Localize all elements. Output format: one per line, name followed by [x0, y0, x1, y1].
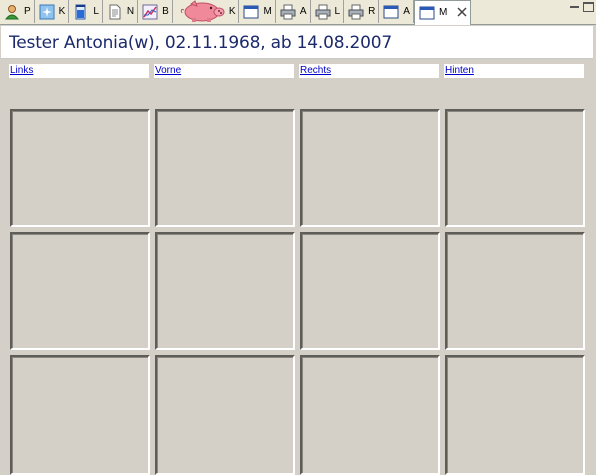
image-slot-rechts-1[interactable]	[300, 109, 440, 227]
close-icon[interactable]	[457, 6, 467, 20]
tab-m-window[interactable]: M	[239, 0, 276, 23]
column-header-links[interactable]: Links	[9, 64, 149, 78]
image-slot-links-3[interactable]	[10, 355, 150, 475]
minimize-icon[interactable]	[569, 2, 580, 12]
image-slot-rechts-2[interactable]	[300, 232, 440, 350]
tab-label: L	[93, 5, 99, 17]
tab-k-account[interactable]: K	[172, 0, 240, 23]
tab-p[interactable]: P	[0, 0, 35, 23]
chart-image-icon	[142, 4, 158, 20]
note-document-icon	[107, 4, 123, 20]
piggy-bank-icon	[175, 0, 225, 22]
tab-label: A	[403, 5, 410, 17]
patient-title: Tester Antonia(w), 02.11.1968, ab 14.08.…	[9, 33, 392, 53]
tab-a-window[interactable]: A	[379, 0, 414, 23]
sparkle-image-icon	[39, 4, 55, 20]
tab-label: M	[263, 5, 272, 17]
tab-label: L	[334, 5, 341, 17]
patient-header: Tester Antonia(w), 02.11.1968, ab 14.08.…	[1, 26, 593, 59]
tab-r-print[interactable]: R	[344, 0, 380, 23]
image-slot-hinten-2[interactable]	[445, 232, 585, 350]
tab-a-print[interactable]: A	[275, 0, 311, 23]
tab-n-notes[interactable]: N	[102, 0, 139, 23]
image-grid: Links Vorne Rechts Hinten	[9, 64, 586, 475]
image-slot-vorne-3[interactable]	[155, 355, 295, 475]
column-header-rechts[interactable]: Rechts	[299, 64, 439, 78]
tab-label: B	[162, 5, 169, 17]
column-link[interactable]: Rechts	[300, 65, 331, 76]
image-slot-links-1[interactable]	[10, 109, 150, 227]
column-header-vorne[interactable]: Vorne	[154, 64, 294, 78]
person-icon	[4, 4, 20, 20]
tab-label: M	[438, 7, 448, 18]
tab-l-print[interactable]: L	[310, 0, 345, 23]
tab-label: N	[126, 5, 135, 17]
image-slot-hinten-3[interactable]	[445, 355, 585, 475]
tab-l-lab[interactable]: L	[69, 0, 103, 23]
printer-icon	[348, 4, 364, 20]
tab-list: P K L N B K M A L R A M	[0, 0, 472, 25]
tab-m-active[interactable]: M	[413, 0, 472, 25]
column-link[interactable]: Vorne	[155, 65, 181, 76]
maximize-icon[interactable]	[583, 2, 594, 12]
image-slot-links-2[interactable]	[10, 232, 150, 350]
tab-label: K	[228, 5, 236, 17]
image-slot-rechts-3[interactable]	[300, 355, 440, 475]
tab-label: R	[368, 5, 376, 17]
app-window: P K L N B K M A L R A M Tester Antonia(w…	[0, 0, 596, 475]
tab-k-images[interactable]: K	[34, 0, 70, 23]
window-icon	[383, 4, 399, 20]
printer-icon	[280, 4, 296, 20]
lab-flask-icon	[73, 4, 89, 20]
tab-label: K	[58, 5, 66, 17]
column-header-hinten[interactable]: Hinten	[444, 64, 584, 78]
tab-label: A	[299, 5, 307, 17]
image-slot-vorne-2[interactable]	[155, 232, 295, 350]
tab-label: P	[24, 5, 31, 17]
image-slot-hinten-1[interactable]	[445, 109, 585, 227]
printer-icon	[315, 4, 331, 20]
column-link[interactable]: Hinten	[445, 65, 474, 76]
view-content: Tester Antonia(w), 02.11.1968, ab 14.08.…	[0, 25, 596, 475]
window-icon	[243, 4, 259, 20]
window-icon	[419, 5, 435, 21]
tab-bar: P K L N B K M A L R A M	[0, 0, 596, 25]
image-slot-vorne-1[interactable]	[155, 109, 295, 227]
tab-b-chart[interactable]: B	[138, 0, 173, 23]
view-controls	[569, 2, 594, 12]
column-link[interactable]: Links	[10, 65, 33, 76]
